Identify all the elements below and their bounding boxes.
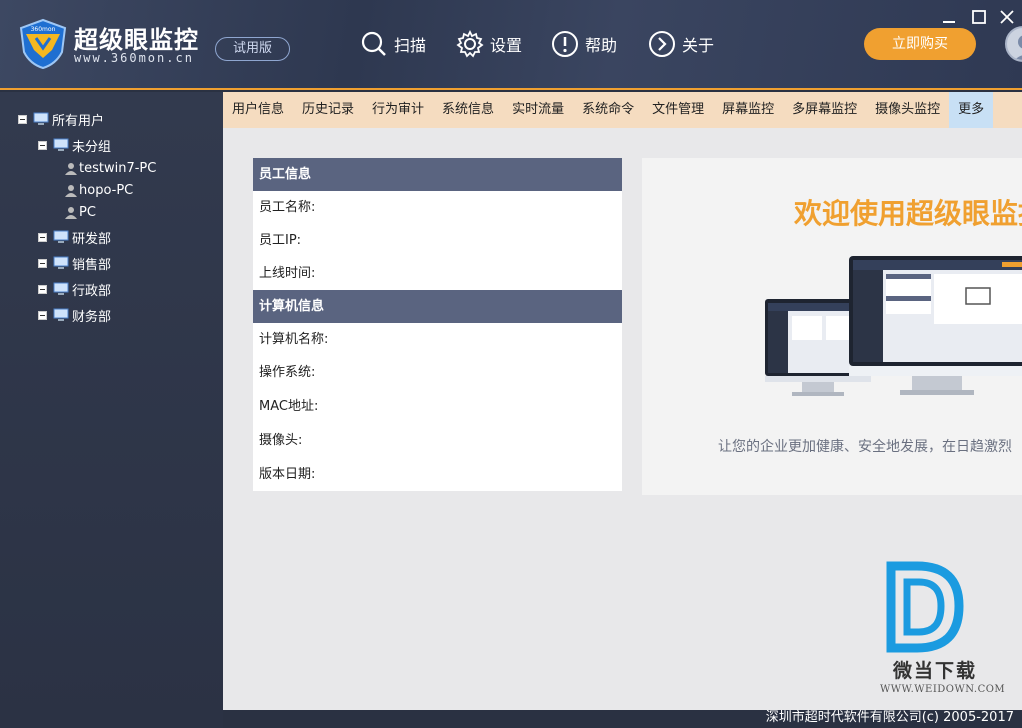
- monitor-illustration-icon: [765, 256, 1022, 396]
- tree-node-pc[interactable]: PC: [64, 202, 96, 222]
- settings-button[interactable]: 设置: [456, 28, 522, 60]
- watermark-url: WWW.WEIDOWN.COM: [880, 684, 1006, 695]
- tree-node-dept[interactable]: 行政部: [38, 279, 111, 299]
- tab-file-manager[interactable]: 文件管理: [643, 92, 713, 128]
- about-button[interactable]: 关于: [648, 28, 714, 60]
- user-tree-sidebar: 所有用户 未分组 testwin7-PC hopo-PC PC 研发部 销售部 …: [0, 92, 223, 728]
- tab-screen-monitor[interactable]: 屏幕监控: [713, 92, 783, 128]
- collapse-toggle-icon[interactable]: [38, 258, 47, 268]
- collapse-toggle-icon[interactable]: [38, 232, 47, 242]
- tree-label: 行政部: [72, 283, 112, 299]
- tree-label: 研发部: [72, 231, 112, 247]
- tree-node-dept[interactable]: 销售部: [38, 253, 111, 273]
- computer-icon: [53, 138, 69, 151]
- online-time-field: 上线时间:: [259, 266, 316, 281]
- scan-button[interactable]: 扫描: [360, 28, 426, 60]
- collapse-toggle-icon[interactable]: [18, 114, 27, 124]
- tree-node-pc[interactable]: testwin7-PC: [64, 158, 156, 178]
- mac-address-field: MAC地址:: [259, 399, 319, 414]
- tab-multi-screen-monitor[interactable]: 多屏幕监控: [783, 92, 866, 128]
- copyright-footer: 深圳市超时代软件有限公司(c) 2005-2017: [223, 710, 1022, 728]
- computer-icon: [53, 256, 69, 269]
- collapse-toggle-icon[interactable]: [38, 140, 47, 150]
- main-content: 员工信息 员工名称: 员工IP: 上线时间: 计算机信息 计算机名称: 操作系统…: [223, 128, 1022, 710]
- tree-label: 财务部: [72, 309, 112, 325]
- computer-icon: [53, 282, 69, 295]
- tree-label: 销售部: [72, 257, 112, 273]
- close-icon[interactable]: [998, 8, 1016, 26]
- minimize-icon[interactable]: [940, 8, 958, 26]
- tree-label: PC: [79, 204, 96, 220]
- tab-user-info[interactable]: 用户信息: [223, 92, 293, 128]
- search-icon: [361, 31, 386, 56]
- tab-camera-monitor[interactable]: 摄像头监控: [866, 92, 949, 128]
- tab-system-command[interactable]: 系统命令: [573, 92, 643, 128]
- tree-label: 所有用户: [52, 113, 105, 129]
- tab-more[interactable]: 更多: [949, 92, 994, 128]
- computer-icon: [53, 230, 69, 243]
- title-bar: 360mon 超级眼监控 www.360mon.cn 试用版 扫描 设置 帮助 …: [0, 0, 1022, 90]
- logo-shield-icon: 360mon: [19, 18, 67, 70]
- app-url: www.360mon.cn: [74, 51, 194, 65]
- employee-ip-field: 员工IP:: [259, 233, 302, 248]
- chevron-right-icon: [649, 31, 675, 57]
- function-tabs: 用户信息 历史记录 行为审计 系统信息 实时流量 系统命令 文件管理 屏幕监控 …: [223, 92, 1022, 128]
- tree-node-dept[interactable]: 研发部: [38, 227, 111, 247]
- tree-label: testwin7-PC: [79, 160, 157, 176]
- scan-label: 扫描: [394, 36, 427, 55]
- help-icon: [552, 31, 578, 57]
- collapse-toggle-icon[interactable]: [38, 310, 47, 320]
- tab-behavior-audit[interactable]: 行为审计: [363, 92, 433, 128]
- settings-label: 设置: [490, 36, 523, 55]
- about-label: 关于: [682, 36, 715, 55]
- os-field: 操作系统:: [259, 365, 316, 380]
- buy-now-button[interactable]: 立即购买: [864, 28, 976, 60]
- user-icon: [65, 162, 77, 175]
- tree-node-ungrouped[interactable]: 未分组: [38, 135, 111, 155]
- employee-name-field: 员工名称:: [259, 200, 316, 215]
- tree-node-pc[interactable]: hopo-PC: [64, 180, 133, 200]
- tab-realtime-traffic[interactable]: 实时流量: [503, 92, 573, 128]
- watermark-text: 微当下载: [893, 660, 978, 682]
- app-title: 超级眼监控: [74, 26, 199, 54]
- tree-label: 未分组: [72, 139, 112, 155]
- user-avatar-icon: [1014, 35, 1022, 60]
- collapse-toggle-icon[interactable]: [38, 284, 47, 294]
- user-icon: [65, 206, 77, 219]
- tab-history[interactable]: 历史记录: [293, 92, 363, 128]
- computer-icon: [33, 112, 49, 125]
- computer-name-field: 计算机名称:: [259, 332, 329, 347]
- avatar[interactable]: [1005, 26, 1022, 62]
- employee-info-header: 员工信息: [253, 158, 622, 191]
- tab-system-info[interactable]: 系统信息: [433, 92, 503, 128]
- camera-field: 摄像头:: [259, 433, 303, 448]
- welcome-panel: 欢迎使用超级眼监控 让您的企业更加健康、安全地发展，在日趋激烈: [642, 158, 1022, 495]
- tree-label: hopo-PC: [79, 182, 134, 198]
- logo-shield-text: 360mon: [31, 26, 56, 33]
- tree-node-dept[interactable]: 财务部: [38, 305, 111, 325]
- trial-badge[interactable]: 试用版: [215, 37, 290, 61]
- computer-info-header: 计算机信息: [253, 290, 622, 323]
- help-button[interactable]: 帮助: [551, 28, 617, 60]
- maximize-icon[interactable]: [970, 8, 988, 26]
- info-panel: 员工信息 员工名称: 员工IP: 上线时间: 计算机信息 计算机名称: 操作系统…: [253, 158, 622, 491]
- help-label: 帮助: [585, 36, 618, 55]
- welcome-title: 欢迎使用超级眼监控: [794, 197, 1022, 230]
- user-icon: [65, 184, 77, 197]
- version-date-field: 版本日期:: [259, 467, 316, 482]
- gear-icon: [456, 30, 484, 58]
- computer-icon: [53, 308, 69, 321]
- tree-node-all-users[interactable]: 所有用户: [18, 109, 104, 129]
- welcome-subtitle: 让您的企业更加健康、安全地发展，在日趋激烈: [718, 439, 1012, 455]
